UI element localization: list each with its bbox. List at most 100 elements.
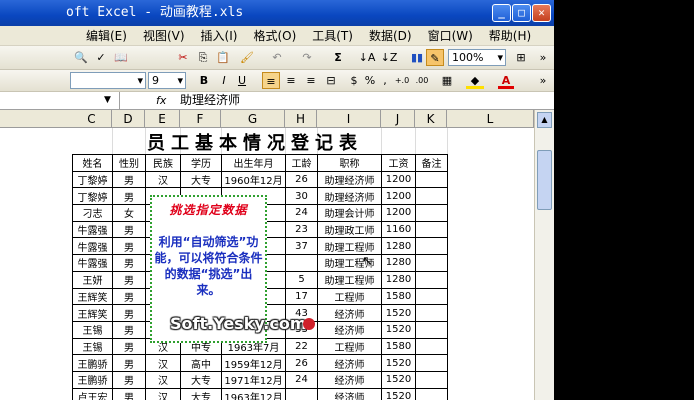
table-cell[interactable]: 牛露强 (72, 237, 113, 256)
table-header-cell[interactable]: 出生年月 (221, 154, 286, 172)
table-cell[interactable]: 高中 (180, 354, 222, 372)
maximize-button[interactable]: □ (512, 4, 531, 22)
table-cell[interactable]: 王锡 (72, 320, 113, 339)
name-box[interactable]: ▼ (0, 92, 120, 109)
minimize-button[interactable]: _ (492, 4, 511, 22)
table-cell[interactable] (415, 354, 448, 372)
table-cell[interactable]: 王鹏骄 (72, 354, 113, 372)
close-button[interactable]: ✕ (532, 4, 551, 22)
table-cell[interactable]: 卢王宏 (72, 387, 113, 400)
table-cell[interactable]: 牛露强 (72, 220, 113, 239)
table-cell[interactable]: 助理工程师 (317, 270, 382, 289)
menu-tools[interactable]: 工具(T) (304, 26, 361, 46)
table-cell[interactable]: 男 (112, 187, 146, 206)
table-cell[interactable]: 助理工程师 (317, 237, 382, 256)
increase-decimal-button[interactable]: +.0 (392, 72, 412, 89)
font-name-select[interactable]: ▾ (70, 72, 146, 89)
table-cell[interactable]: 30 (285, 187, 318, 206)
table-cell[interactable]: 1200 (381, 187, 416, 206)
table-cell[interactable]: 17 (285, 287, 318, 306)
table-cell[interactable] (415, 320, 448, 339)
underline-button[interactable]: U (234, 72, 250, 89)
table-cell[interactable]: 24 (285, 204, 318, 222)
table-header-cell[interactable]: 职称 (317, 154, 382, 172)
table-header-cell[interactable]: 姓名 (72, 154, 113, 172)
table-cell[interactable]: 男 (112, 370, 146, 389)
table-cell[interactable]: 助理会计师 (317, 204, 382, 222)
column-header[interactable]: K (415, 110, 447, 128)
table-cell[interactable]: 1520 (381, 354, 416, 372)
table-cell[interactable]: 22 (285, 337, 318, 356)
table-cell[interactable] (285, 387, 318, 400)
table-cell[interactable]: 1580 (381, 337, 416, 356)
table-cell[interactable]: 丁黎婷 (72, 187, 113, 206)
italic-button[interactable]: I (216, 72, 232, 89)
table-cell[interactable]: 男 (112, 270, 146, 289)
table-cell[interactable] (415, 220, 448, 239)
table-cell[interactable]: 1200 (381, 170, 416, 189)
table-cell[interactable]: 汉 (145, 170, 181, 189)
comma-button[interactable]: , (378, 72, 392, 89)
table-cell[interactable] (415, 237, 448, 256)
autosum-icon[interactable]: Σ (330, 49, 346, 66)
font-size-select[interactable]: 9 ▾ (148, 72, 186, 89)
table-cell[interactable] (415, 337, 448, 356)
table-cell[interactable]: 男 (112, 337, 146, 356)
table-cell[interactable]: 工程师 (317, 337, 382, 356)
column-header[interactable]: F (180, 110, 221, 128)
table-cell[interactable]: 37 (285, 237, 318, 256)
table-cell[interactable]: 男 (112, 287, 146, 306)
menu-view[interactable]: 视图(V) (135, 26, 193, 46)
cut-icon[interactable]: ✂ (174, 49, 192, 66)
menu-insert[interactable]: 插入(I) (193, 26, 246, 46)
table-cell[interactable]: 1280 (381, 254, 416, 272)
table-cell[interactable]: 男 (112, 170, 146, 189)
table-cell[interactable]: 王妍 (72, 270, 113, 289)
merge-center-icon[interactable]: ⊟ (322, 72, 340, 89)
table-cell[interactable]: 1200 (381, 204, 416, 222)
table-cell[interactable]: 助理经济师 (317, 170, 382, 189)
table-cell[interactable]: 26 (285, 170, 318, 189)
menu-window[interactable]: 窗口(W) (420, 26, 481, 46)
table-cell[interactable]: 24 (285, 370, 318, 389)
column-header[interactable]: D (112, 110, 145, 128)
menu-format[interactable]: 格式(O) (245, 26, 304, 46)
table-cell[interactable] (415, 204, 448, 222)
table-cell[interactable] (415, 287, 448, 306)
table-cell[interactable]: 1160 (381, 220, 416, 239)
worksheet-grid[interactable]: 员工基本情况登记表 姓名 性别 民族 学历 出生年月 工龄 职称 工资 备注 丁… (0, 128, 534, 400)
table-cell[interactable]: 女 (112, 204, 146, 222)
toolbar-options-icon[interactable]: » (536, 49, 550, 66)
table-cell[interactable]: 助理政工师 (317, 220, 382, 239)
table-cell[interactable]: 5 (285, 270, 318, 289)
table-cell[interactable]: 汉 (145, 354, 181, 372)
table-cell[interactable]: 王锡 (72, 337, 113, 356)
research-icon[interactable]: 📖 (112, 49, 130, 66)
align-left-icon[interactable]: ≡ (262, 72, 280, 89)
table-cell[interactable]: 经济师 (317, 320, 382, 339)
font-color-icon[interactable]: A (498, 72, 514, 89)
table-header-cell[interactable]: 学历 (180, 154, 222, 172)
sort-descending-icon[interactable]: ↓Z (380, 49, 398, 66)
table-cell[interactable]: 男 (112, 354, 146, 372)
print-preview-icon[interactable]: 🔍 (72, 49, 90, 66)
vertical-scrollbar[interactable]: ▲ (534, 110, 554, 400)
table-cell[interactable]: 1580 (381, 287, 416, 306)
table-cell[interactable] (415, 370, 448, 389)
menu-help[interactable]: 帮助(H) (481, 26, 539, 46)
toolbar-options-icon[interactable]: » (536, 72, 550, 89)
table-cell[interactable]: 1520 (381, 387, 416, 400)
spelling-icon[interactable]: ✓ (92, 49, 110, 66)
column-header[interactable]: C (72, 110, 112, 128)
table-cell[interactable]: 男 (112, 304, 146, 322)
table-cell[interactable]: 23 (285, 220, 318, 239)
table-cell[interactable]: 王辉笑 (72, 287, 113, 306)
currency-icon[interactable]: $ (346, 72, 362, 89)
percent-button[interactable]: % (362, 72, 378, 89)
scroll-thumb[interactable] (537, 150, 552, 210)
insert-function-icon[interactable]: fx (156, 92, 166, 109)
column-header[interactable]: I (317, 110, 381, 128)
table-cell[interactable]: 1960年12月 (221, 170, 286, 189)
table-cell[interactable] (285, 254, 318, 272)
chart-wizard-icon[interactable]: ▮▮ (408, 49, 426, 66)
